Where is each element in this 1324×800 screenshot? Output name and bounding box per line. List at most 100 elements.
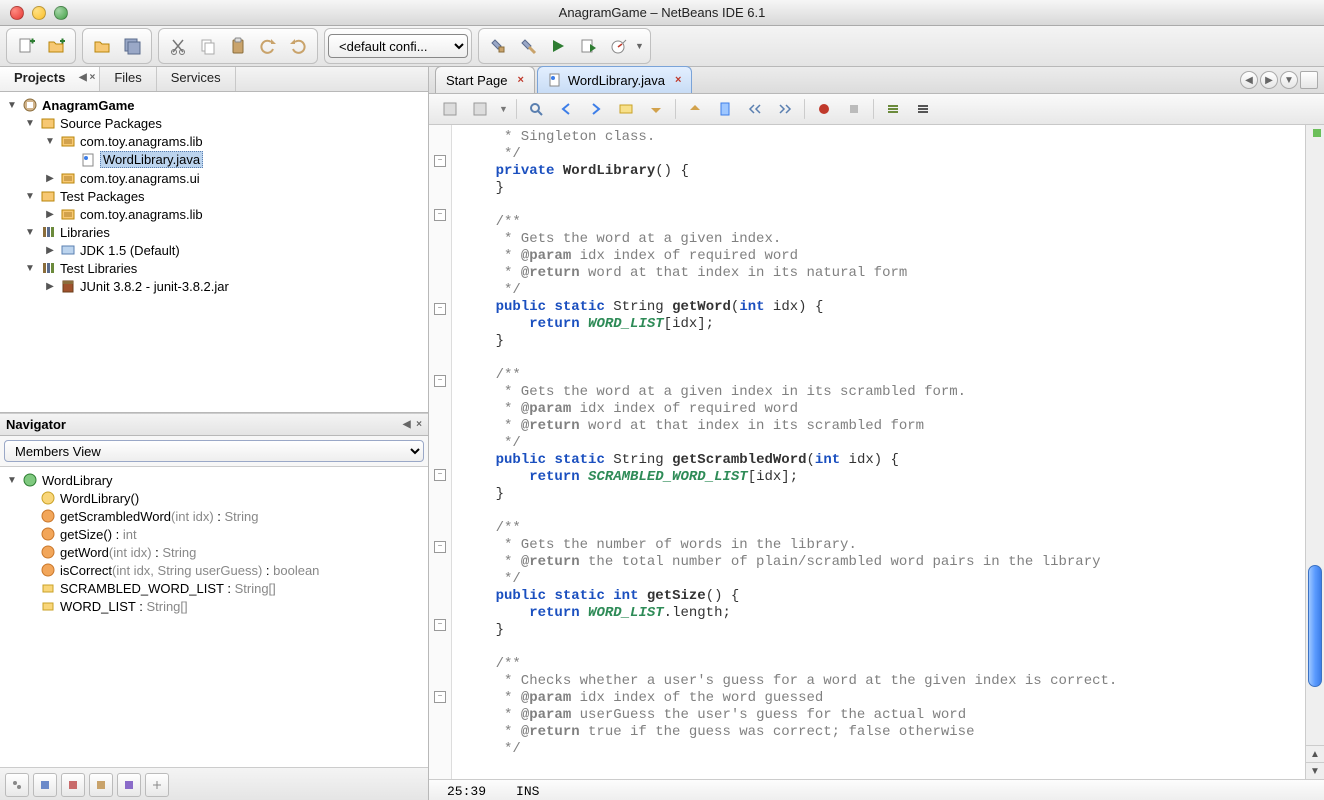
disclose-icon[interactable]: ▶ xyxy=(44,245,56,256)
run-config-select[interactable]: <default confi... xyxy=(328,34,468,58)
tree-project-root[interactable]: ▼ AnagramGame xyxy=(4,96,424,114)
tree-package-ui[interactable]: ▶ com.toy.anagrams.ui xyxy=(4,169,424,187)
window-zoom-button[interactable] xyxy=(54,6,68,20)
shift-left-icon[interactable] xyxy=(744,98,766,120)
open-project-icon[interactable] xyxy=(89,33,115,59)
macro-stop-icon[interactable] xyxy=(843,98,865,120)
scroll-up-icon[interactable]: ▲ xyxy=(1306,745,1324,763)
redo-icon[interactable] xyxy=(285,33,311,59)
filter-icon[interactable] xyxy=(5,773,29,797)
package-folder-icon xyxy=(40,115,56,131)
filter-icon[interactable] xyxy=(117,773,141,797)
save-all-icon[interactable] xyxy=(119,33,145,59)
minimize-icon[interactable]: ◀ × xyxy=(79,72,95,83)
tree-label: Test Packages xyxy=(60,189,145,204)
toggle-bookmark-icon[interactable] xyxy=(714,98,736,120)
nav-method-getsize[interactable]: getSize() : int xyxy=(4,525,424,543)
source-view-icon[interactable] xyxy=(439,98,461,120)
disclose-icon[interactable]: ▼ xyxy=(24,118,36,129)
tab-files[interactable]: Files xyxy=(100,67,156,91)
tree-libraries[interactable]: ▼ Libraries xyxy=(4,223,424,241)
navigator-tree[interactable]: ▼ WordLibrary WordLibrary() getScrambled… xyxy=(0,467,428,767)
tab-start-page[interactable]: Start Page × xyxy=(435,66,535,93)
nav-member-label: SCRAMBLED_WORD_LIST : String[] xyxy=(60,581,276,596)
prev-bookmark-icon[interactable] xyxy=(645,98,667,120)
tree-label: JUnit 3.8.2 - junit-3.8.2.jar xyxy=(80,279,229,294)
disclose-icon[interactable]: ▼ xyxy=(24,263,36,274)
disclose-icon[interactable]: ▶ xyxy=(44,173,56,184)
filter-icon[interactable] xyxy=(61,773,85,797)
disclose-icon[interactable]: ▼ xyxy=(24,191,36,202)
tab-projects[interactable]: Projects ◀ × xyxy=(0,67,100,91)
projects-tree[interactable]: ▼ AnagramGame ▼ Source Packages ▼ com.to… xyxy=(0,92,428,412)
highlight-icon[interactable] xyxy=(615,98,637,120)
projects-tabs: Projects ◀ × Files Services xyxy=(0,67,428,92)
copy-icon[interactable] xyxy=(195,33,221,59)
next-bookmark-icon[interactable] xyxy=(684,98,706,120)
tab-wordlibrary[interactable]: WordLibrary.java × xyxy=(537,66,693,93)
find-icon[interactable] xyxy=(525,98,547,120)
fold-gutter[interactable]: − − − − − − − − xyxy=(429,125,452,779)
vertical-scrollbar[interactable]: ▲ ▼ xyxy=(1305,125,1324,779)
tab-services[interactable]: Services xyxy=(157,67,236,91)
nav-field-word-list[interactable]: WORD_LIST : String[] xyxy=(4,597,424,615)
disclose-icon[interactable]: ▼ xyxy=(6,100,18,111)
disclose-icon[interactable]: ▼ xyxy=(6,475,18,486)
tree-test-package-lib[interactable]: ▶ com.toy.anagrams.lib xyxy=(4,205,424,223)
window-minimize-button[interactable] xyxy=(32,6,46,20)
profile-icon[interactable] xyxy=(605,33,631,59)
maximize-icon[interactable] xyxy=(1300,71,1318,89)
nav-method-iscorrect[interactable]: isCorrect(int idx, String userGuess) : b… xyxy=(4,561,424,579)
tab-services-label: Services xyxy=(171,70,221,85)
nav-method-getscrambledword[interactable]: getScrambledWord(int idx) : String xyxy=(4,507,424,525)
editor-tabs: Start Page × WordLibrary.java × ◀ ▶ ▼ xyxy=(429,67,1324,94)
nav-class[interactable]: ▼ WordLibrary xyxy=(4,471,424,489)
new-file-icon[interactable] xyxy=(13,33,39,59)
scroll-left-icon[interactable]: ◀ xyxy=(1240,71,1258,89)
prev-icon[interactable] xyxy=(555,98,577,120)
scrollbar-thumb[interactable] xyxy=(1308,565,1322,687)
separator xyxy=(804,99,805,119)
tree-junit-jar[interactable]: ▶ JUnit 3.8.2 - junit-3.8.2.jar xyxy=(4,277,424,295)
code-editor[interactable]: * Singleton class. */ private WordLibrar… xyxy=(452,125,1305,779)
navigator-controls[interactable]: ◀ × xyxy=(403,419,422,430)
run-icon[interactable] xyxy=(545,33,571,59)
filter-icon[interactable] xyxy=(89,773,113,797)
navigator-view-select[interactable]: Members View xyxy=(4,440,424,462)
scroll-right-icon[interactable]: ▶ xyxy=(1260,71,1278,89)
paste-icon[interactable] xyxy=(225,33,251,59)
tree-file-wordlibrary[interactable]: WordLibrary.java xyxy=(4,150,424,169)
filter-icon[interactable] xyxy=(33,773,57,797)
next-icon[interactable] xyxy=(585,98,607,120)
disclose-icon[interactable]: ▶ xyxy=(44,209,56,220)
shift-right-icon[interactable] xyxy=(774,98,796,120)
dropdown-icon[interactable]: ▼ xyxy=(1280,71,1298,89)
nav-field-scrambled-list[interactable]: SCRAMBLED_WORD_LIST : String[] xyxy=(4,579,424,597)
nav-constructor[interactable]: WordLibrary() xyxy=(4,489,424,507)
filter-icon[interactable] xyxy=(145,773,169,797)
nav-method-getword[interactable]: getWord(int idx) : String xyxy=(4,543,424,561)
cut-icon[interactable] xyxy=(165,33,191,59)
tree-test-packages[interactable]: ▼ Test Packages xyxy=(4,187,424,205)
disclose-icon[interactable]: ▼ xyxy=(44,136,56,147)
tree-test-libraries[interactable]: ▼ Test Libraries xyxy=(4,259,424,277)
disclose-icon[interactable]: ▶ xyxy=(44,281,56,292)
clean-build-icon[interactable] xyxy=(515,33,541,59)
uncomment-icon[interactable] xyxy=(912,98,934,120)
debug-icon[interactable] xyxy=(575,33,601,59)
macro-record-icon[interactable] xyxy=(813,98,835,120)
close-icon[interactable]: × xyxy=(517,74,523,86)
scroll-down-icon[interactable]: ▼ xyxy=(1306,763,1324,779)
new-project-icon[interactable] xyxy=(43,33,69,59)
comment-icon[interactable] xyxy=(882,98,904,120)
disclose-icon[interactable]: ▼ xyxy=(24,227,36,238)
build-icon[interactable] xyxy=(485,33,511,59)
edit-group xyxy=(158,28,318,64)
close-icon[interactable]: × xyxy=(675,74,681,86)
tree-jdk[interactable]: ▶ JDK 1.5 (Default) xyxy=(4,241,424,259)
window-close-button[interactable] xyxy=(10,6,24,20)
tree-source-packages[interactable]: ▼ Source Packages xyxy=(4,114,424,132)
undo-icon[interactable] xyxy=(255,33,281,59)
history-view-icon[interactable] xyxy=(469,98,491,120)
tree-package-lib[interactable]: ▼ com.toy.anagrams.lib xyxy=(4,132,424,150)
